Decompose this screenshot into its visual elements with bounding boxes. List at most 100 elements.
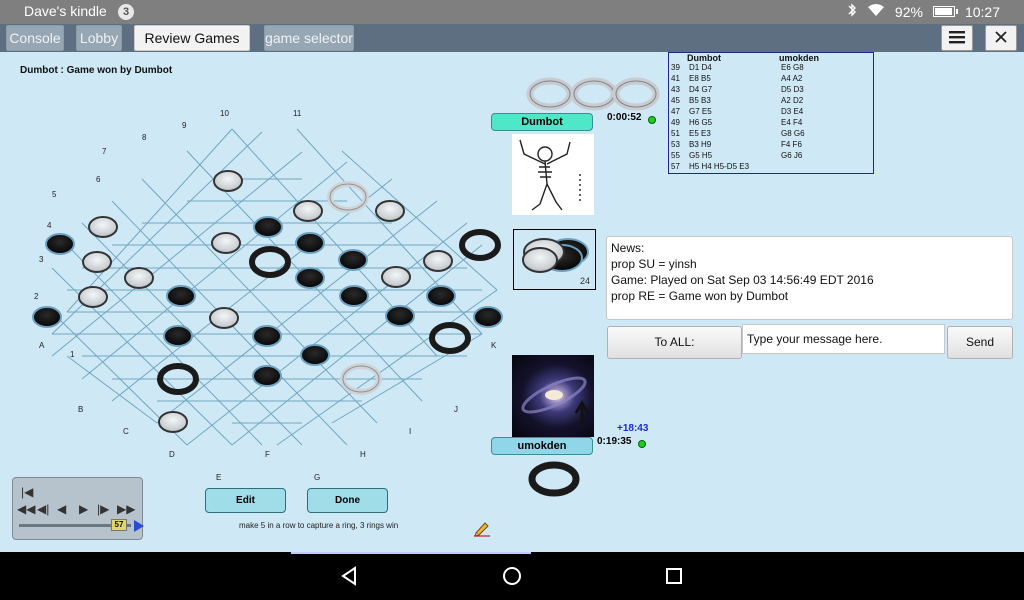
white-marker [78, 286, 108, 308]
forward-fast-icon[interactable]: ▶▶ [117, 503, 135, 515]
close-button[interactable] [985, 25, 1017, 51]
p2-reserve-rings [528, 461, 580, 497]
col-label: A [39, 341, 45, 350]
row-label: 9 [182, 121, 187, 130]
play-icon[interactable] [134, 520, 144, 532]
home-icon[interactable] [501, 565, 523, 587]
white-marker [423, 250, 453, 272]
chat-message-input[interactable] [742, 324, 945, 354]
col-label: D [169, 450, 175, 459]
move-row[interactable]: 39 D1 D4 E6 G8 [671, 63, 871, 74]
rewind-fast-icon[interactable]: ◀◀ [17, 503, 35, 515]
black-marker [163, 325, 193, 347]
col-label: G [314, 473, 320, 482]
news-panel[interactable]: News: prop SU = yinsh Game: Played on Sa… [606, 236, 1013, 320]
step-forward-icon[interactable]: ▶ [79, 503, 88, 515]
row-label: 10 [220, 109, 229, 118]
yinsh-board[interactable]: 10 11 9 8 7 6 5 4 3 2 1 A B C D E F G H … [0, 52, 520, 482]
nav-accent-line [291, 552, 531, 554]
captured-markers-panel: 24 [513, 229, 596, 290]
battery-icon [932, 6, 958, 17]
move-row[interactable]: 43 D4 G7 D5 D3 [671, 85, 871, 96]
news-line: Game: Played on Sat Sep 03 14:56:49 EDT … [611, 273, 874, 287]
white-marker [209, 307, 239, 329]
move-row[interactable]: 57 H5 H4 H5-D5 E3 [671, 162, 871, 173]
black-marker [339, 285, 369, 307]
black-ring [429, 322, 471, 354]
move-col-header-p1: Dumbot [687, 53, 721, 63]
col-label: F [265, 450, 270, 459]
black-marker [45, 233, 75, 255]
col-label: E [216, 473, 221, 482]
white-marker [211, 232, 241, 254]
black-marker [253, 216, 283, 238]
tab-review-games[interactable]: Review Games #3 [134, 25, 250, 70]
white-marker [124, 267, 154, 289]
black-marker [473, 306, 503, 328]
close-icon [994, 28, 1008, 48]
row-label: 7 [102, 147, 107, 156]
pencil-icon[interactable] [473, 519, 491, 537]
move-row[interactable]: 51 E5 E3 G8 G6 [671, 129, 871, 140]
move-row[interactable]: 49 H6 G5 E4 F4 [671, 118, 871, 129]
captured-count: 24 [579, 276, 590, 286]
game-hint: make 5 in a row to capture a ring, 3 rin… [239, 521, 399, 530]
player2-avatar [512, 355, 594, 437]
tab-lobby[interactable]: Lobby [76, 25, 122, 51]
row-label: 2 [34, 292, 39, 301]
recent-apps-icon[interactable] [663, 565, 685, 587]
forward-icon[interactable]: |▶ [97, 503, 109, 515]
black-marker [385, 305, 415, 327]
tab-bar: Console Lobby Review Games #3 game selec… [0, 24, 1024, 70]
col-label: J [454, 405, 458, 414]
edit-button[interactable]: Edit [205, 488, 286, 513]
white-markers [78, 170, 453, 433]
white-marker [375, 200, 405, 222]
white-marker [88, 216, 118, 238]
black-ring [249, 246, 291, 278]
player2-time-delta: +18:43 [617, 423, 649, 434]
menu-button[interactable] [941, 25, 973, 51]
white-marker [158, 411, 188, 433]
rewind-icon[interactable]: ◀| [37, 503, 49, 515]
player1-clock: 0:00:52 [607, 112, 642, 123]
clock-time: 10:27 [964, 3, 1000, 20]
move-row[interactable]: 45 B5 B3 A2 D2 [671, 96, 871, 107]
first-move-icon[interactable]: |◀ [21, 486, 33, 498]
back-icon[interactable] [339, 565, 361, 587]
move-row[interactable]: 55 G5 H5 G6 J6 [671, 151, 871, 162]
send-button[interactable]: Send [947, 326, 1013, 359]
black-marker [295, 232, 325, 254]
player1-avatar [512, 134, 594, 215]
black-marker [32, 306, 62, 328]
black-marker [166, 285, 196, 307]
step-back-icon[interactable]: ◀ [57, 503, 66, 515]
news-line: prop SU = yinsh [611, 257, 697, 271]
p1-reserve-rings [526, 77, 660, 111]
white-marker [213, 170, 243, 192]
player2-clock: 0:19:35 [597, 436, 632, 447]
tab-console[interactable]: Console [6, 25, 64, 51]
move-row[interactable]: 41 E8 B5 A4 A2 [671, 74, 871, 85]
battery-percent: 92% [894, 3, 923, 20]
hamburger-icon [949, 28, 965, 48]
player1-online-indicator [648, 116, 656, 124]
player1-name: Dumbot [491, 113, 593, 131]
black-marker [252, 365, 282, 387]
black-marker [300, 344, 330, 366]
system-status-bar: Dave's kindle 3 92% 10:27 [0, 0, 1024, 24]
to-all-button[interactable]: To ALL: [607, 326, 742, 359]
move-list[interactable]: Dumbot umokden 39 D1 D4 E6 G8 41 E8 B5 A4 A2… [668, 52, 874, 174]
move-row[interactable]: 53 B3 H9 F4 F6 [671, 140, 871, 151]
system-nav-bar [0, 552, 1024, 600]
tab-game-selector[interactable]: game selector [264, 25, 354, 51]
black-marker [252, 325, 282, 347]
move-col-header-p2: umokden [779, 53, 820, 63]
done-button[interactable]: Done [307, 488, 388, 513]
black-marker [295, 267, 325, 289]
row-label: 8 [142, 133, 147, 142]
wifi-icon [867, 3, 885, 20]
move-row[interactable]: 47 G7 E5 D3 E4 [671, 107, 871, 118]
white-marker [293, 200, 323, 222]
replay-progress-thumb[interactable]: 57 [111, 519, 127, 531]
